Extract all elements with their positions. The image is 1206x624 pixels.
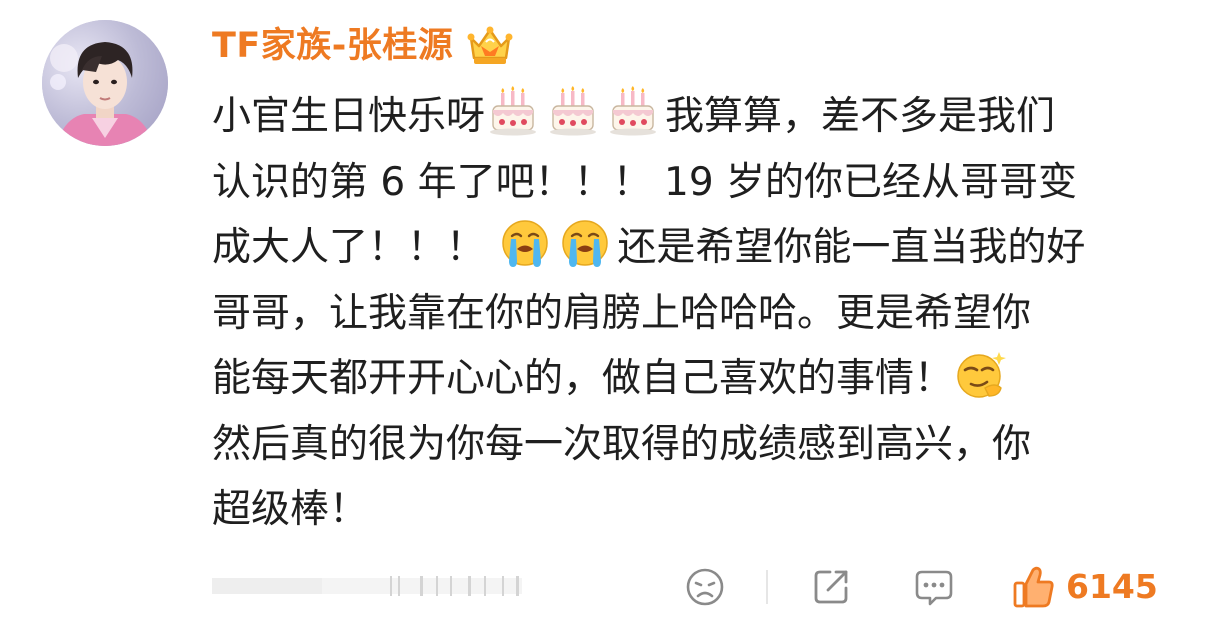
comment-text: 小官生日快乐呀 我算算，差不多是我们认识的第 6 年了吧！！！ 19 岁的你已经从… — [212, 84, 1172, 543]
thumbs-up-icon — [1013, 566, 1054, 608]
comment-line: 哥哥，让我靠在你的肩膀上哈哈哈。更是希望你 — [212, 281, 1172, 347]
comment-text-segment: 超级棒！ — [212, 487, 369, 532]
comment-line: 能每天都开开心心的，做自己喜欢的事情！ — [212, 346, 1172, 412]
comment-header: TF家族-张桂源 — [212, 20, 515, 72]
comment-line: 成大人了！！！ 还是希望你能一直当我的好 — [212, 215, 1172, 281]
share-button[interactable] — [810, 564, 852, 610]
reaction-button[interactable] — [684, 564, 726, 610]
comment-text-segment: 哥哥，让我靠在你的肩膀上哈哈哈。更是希望你 — [212, 290, 1032, 336]
comment-line: 超级棒！ — [212, 477, 1172, 543]
like-button[interactable]: 6145 — [1012, 564, 1158, 610]
like-count: 6145 — [1066, 567, 1158, 606]
comment-line: 然后真的很为你每一次取得的成绩感到高兴，你 — [212, 412, 1172, 478]
cake-emoji — [487, 86, 539, 138]
comment-line: 小官生日快乐呀 我算算，差不多是我们 — [212, 84, 1172, 150]
crying-emoji — [499, 217, 551, 269]
cake-emoji — [547, 86, 599, 138]
comment-bubble-icon — [915, 570, 953, 606]
smug-emoji — [955, 348, 1007, 400]
comment-line: 认识的第 6 年了吧！！！ 19 岁的你已经从哥哥变 — [212, 150, 1172, 216]
comment-text-segment: 然后真的很为你每一次取得的成绩感到高兴，你 — [212, 421, 1032, 467]
action-divider — [766, 570, 768, 604]
comment-text-segment: 小官生日快乐呀 — [212, 94, 486, 139]
avatar[interactable] — [42, 20, 168, 146]
crying-emoji — [559, 217, 611, 269]
timestamp-placeholder — [212, 576, 522, 596]
sad-face-icon — [686, 568, 724, 606]
comment-text-segment: 还是希望你能一直当我的好 — [617, 225, 1086, 270]
comment-footer: 6145 — [212, 558, 1168, 614]
comment-text-segment: 我算算，差不多是我们 — [665, 94, 1056, 139]
reply-button[interactable] — [912, 564, 956, 610]
comment-text-segment: 认识的第 6 年了吧！！！ 19 岁的你已经从哥哥变 — [212, 159, 1078, 205]
cake-emoji — [607, 86, 659, 138]
crown-badge-icon[interactable] — [465, 24, 515, 68]
share-icon — [814, 570, 848, 604]
username[interactable]: TF家族-张桂源 — [212, 20, 453, 72]
comment-text-segment: 成大人了！！！ — [212, 225, 498, 270]
comment-text-segment: 能每天都开开心心的，做自己喜欢的事情！ — [212, 356, 954, 401]
